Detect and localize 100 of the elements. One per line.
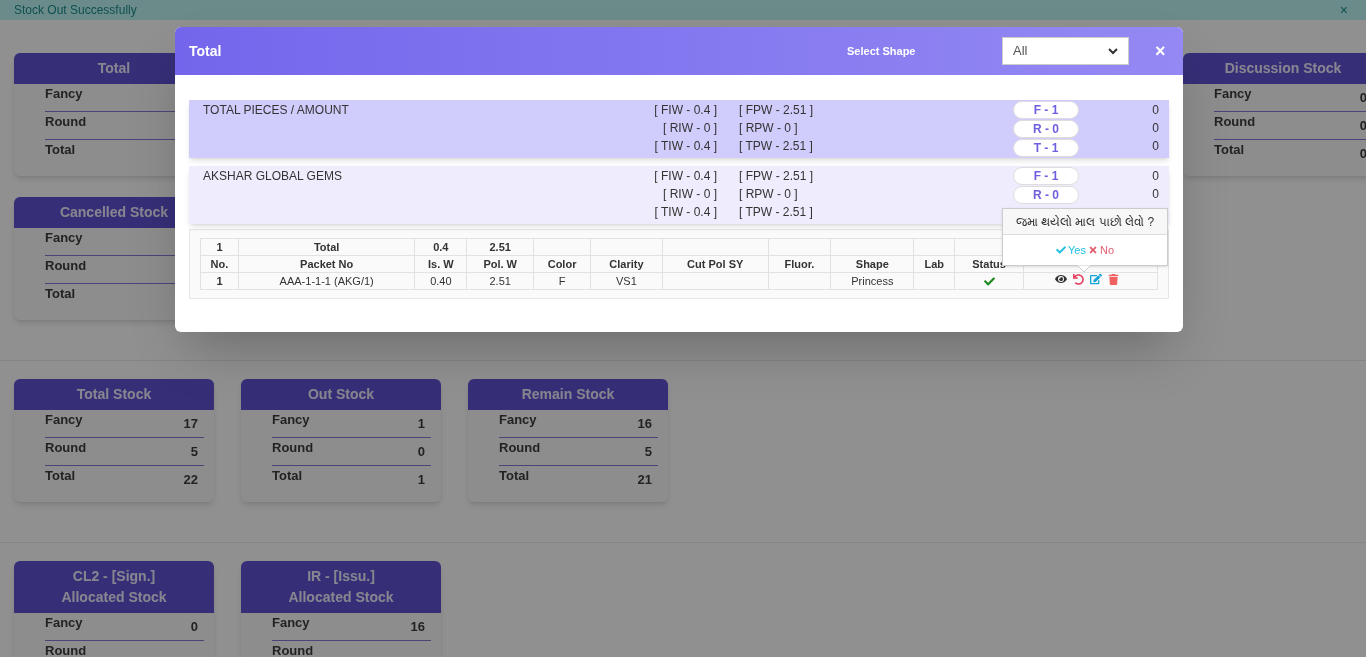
stock-label: Total: [45, 467, 76, 486]
yes-button[interactable]: Yes: [1056, 241, 1086, 259]
card-title: Cancelled Stock: [58, 203, 170, 222]
card-title: IR - [Issu.]: [306, 567, 376, 586]
stock-count: 0: [1359, 145, 1366, 164]
stock-label: Round: [45, 256, 87, 275]
table-cell: [768, 272, 831, 290]
close-button[interactable]: ×: [1155, 42, 1166, 60]
banner-message: Stock Out Successfully: [14, 3, 137, 17]
group-name: AKSHAR GLOBAL GEMS: [203, 168, 343, 185]
weight-text: [ FPW - 2.51 ]: [738, 102, 814, 119]
card-title: Out Stock: [306, 385, 376, 404]
check-icon: [1056, 245, 1066, 255]
stock-count: 17: [183, 414, 199, 433]
column-header: Is. W: [414, 255, 467, 273]
card-title: Total: [96, 59, 132, 78]
count-pill: F - 1: [1013, 101, 1079, 119]
amount-text: 0: [1152, 186, 1159, 203]
shape-select[interactable]: All: [1002, 37, 1129, 65]
view-icon[interactable]: [1055, 273, 1067, 285]
shape-label: Select Shape: [847, 43, 917, 59]
stock-label: Fancy: [45, 228, 83, 247]
totals-cell: [768, 238, 831, 256]
column-header: Pol. W: [466, 255, 534, 273]
undo-icon[interactable]: [1073, 273, 1084, 285]
column-header: Cut Pol SY: [662, 255, 769, 273]
weight-text: [ TPW - 2.51 ]: [738, 138, 814, 155]
chevron-down-icon: [1108, 47, 1118, 55]
column-header: Color: [533, 255, 591, 273]
column-header: Clarity: [590, 255, 663, 273]
stock-label: Round: [272, 642, 314, 657]
stock-count: 0: [190, 617, 199, 636]
stock-label: Round: [272, 438, 314, 457]
popover-question: જમા થયેલો માલ પાછો લેવો ?: [1003, 209, 1167, 235]
stock-label: Fancy: [45, 84, 83, 103]
card-title: Remain Stock: [520, 385, 616, 404]
column-header: Packet No: [238, 255, 415, 273]
stock-count: 21: [637, 471, 653, 490]
no-button[interactable]: No: [1087, 241, 1114, 259]
totals-cell: 2.51: [466, 238, 534, 256]
modal-title: Total: [189, 41, 223, 61]
totals-cell: Total: [238, 238, 415, 256]
totals-cell: 1: [200, 238, 239, 256]
table-cell: VS1: [590, 272, 663, 290]
amount-text: 0: [1152, 102, 1159, 119]
table-cell: AAA-1-1-1 (AKG/1): [238, 272, 415, 290]
card-title: Discussion Stock: [1223, 59, 1343, 78]
weight-text: [ RIW - 0 ]: [662, 120, 717, 137]
stock-label: Round: [45, 438, 87, 457]
count-pill: R - 0: [1013, 186, 1079, 204]
stock-count: 1: [417, 414, 426, 433]
stock-label: Fancy: [45, 613, 83, 632]
stock-label: Round: [45, 112, 87, 131]
amount-text: 0: [1152, 120, 1159, 137]
count-pill: F - 1: [1013, 167, 1079, 185]
stock-count: 22: [183, 471, 199, 490]
stock-label: Total: [499, 467, 530, 486]
stock-label: Total: [272, 467, 303, 486]
cross-icon: [1087, 245, 1098, 255]
card-subtitle: Allocated Stock: [287, 588, 395, 607]
column-header: Fluor.: [768, 255, 831, 273]
card-title: CL2 - [Sign.]: [71, 567, 157, 586]
column-header: Lab: [913, 255, 955, 273]
close-button[interactable]: ×: [1339, 3, 1348, 17]
weight-text: [ RPW - 0 ]: [738, 120, 799, 137]
count-pill: T - 1: [1013, 139, 1079, 157]
weight-text: [ TPW - 2.51 ]: [738, 204, 814, 221]
stock-label: Total: [45, 285, 76, 304]
stock-label: Round: [1214, 112, 1256, 131]
stock-count: 0: [1359, 88, 1366, 107]
stock-label: Total: [1214, 141, 1245, 160]
stock-label: Round: [45, 642, 87, 657]
weight-text: [ RIW - 0 ]: [662, 186, 717, 203]
weight-text: [ FIW - 0.4 ]: [653, 168, 717, 185]
weight-text: [ FPW - 2.51 ]: [738, 168, 814, 185]
stock-count: 16: [637, 414, 653, 433]
edit-icon[interactable]: [1090, 273, 1102, 285]
stock-label: Fancy: [45, 410, 83, 429]
stock-count: 0: [417, 442, 426, 461]
column-header: Shape: [830, 255, 914, 273]
table-cell: Princess: [830, 272, 914, 290]
totals-cell: [913, 238, 955, 256]
trash-icon[interactable]: [1108, 273, 1119, 285]
stock-count: 5: [190, 442, 199, 461]
stock-label: Round: [499, 438, 541, 457]
column-header: No.: [200, 255, 239, 273]
stock-count: 0: [1359, 116, 1366, 135]
table-cell: F: [533, 272, 591, 290]
stock-label: Fancy: [272, 613, 310, 632]
table-cell: 0.40: [414, 272, 467, 290]
stock-label: Total: [45, 141, 76, 160]
card-subtitle: Allocated Stock: [60, 588, 168, 607]
amount-text: 0: [1152, 168, 1159, 185]
amount-text: 0: [1152, 138, 1159, 155]
stock-count: 1: [417, 471, 426, 490]
stock-label: Fancy: [499, 410, 537, 429]
weight-text: [ TIW - 0.4 ]: [653, 204, 717, 221]
group-name: TOTAL PIECES / AMOUNT: [203, 102, 350, 119]
stock-count: 5: [644, 442, 653, 461]
table-cell: 1: [200, 272, 239, 290]
